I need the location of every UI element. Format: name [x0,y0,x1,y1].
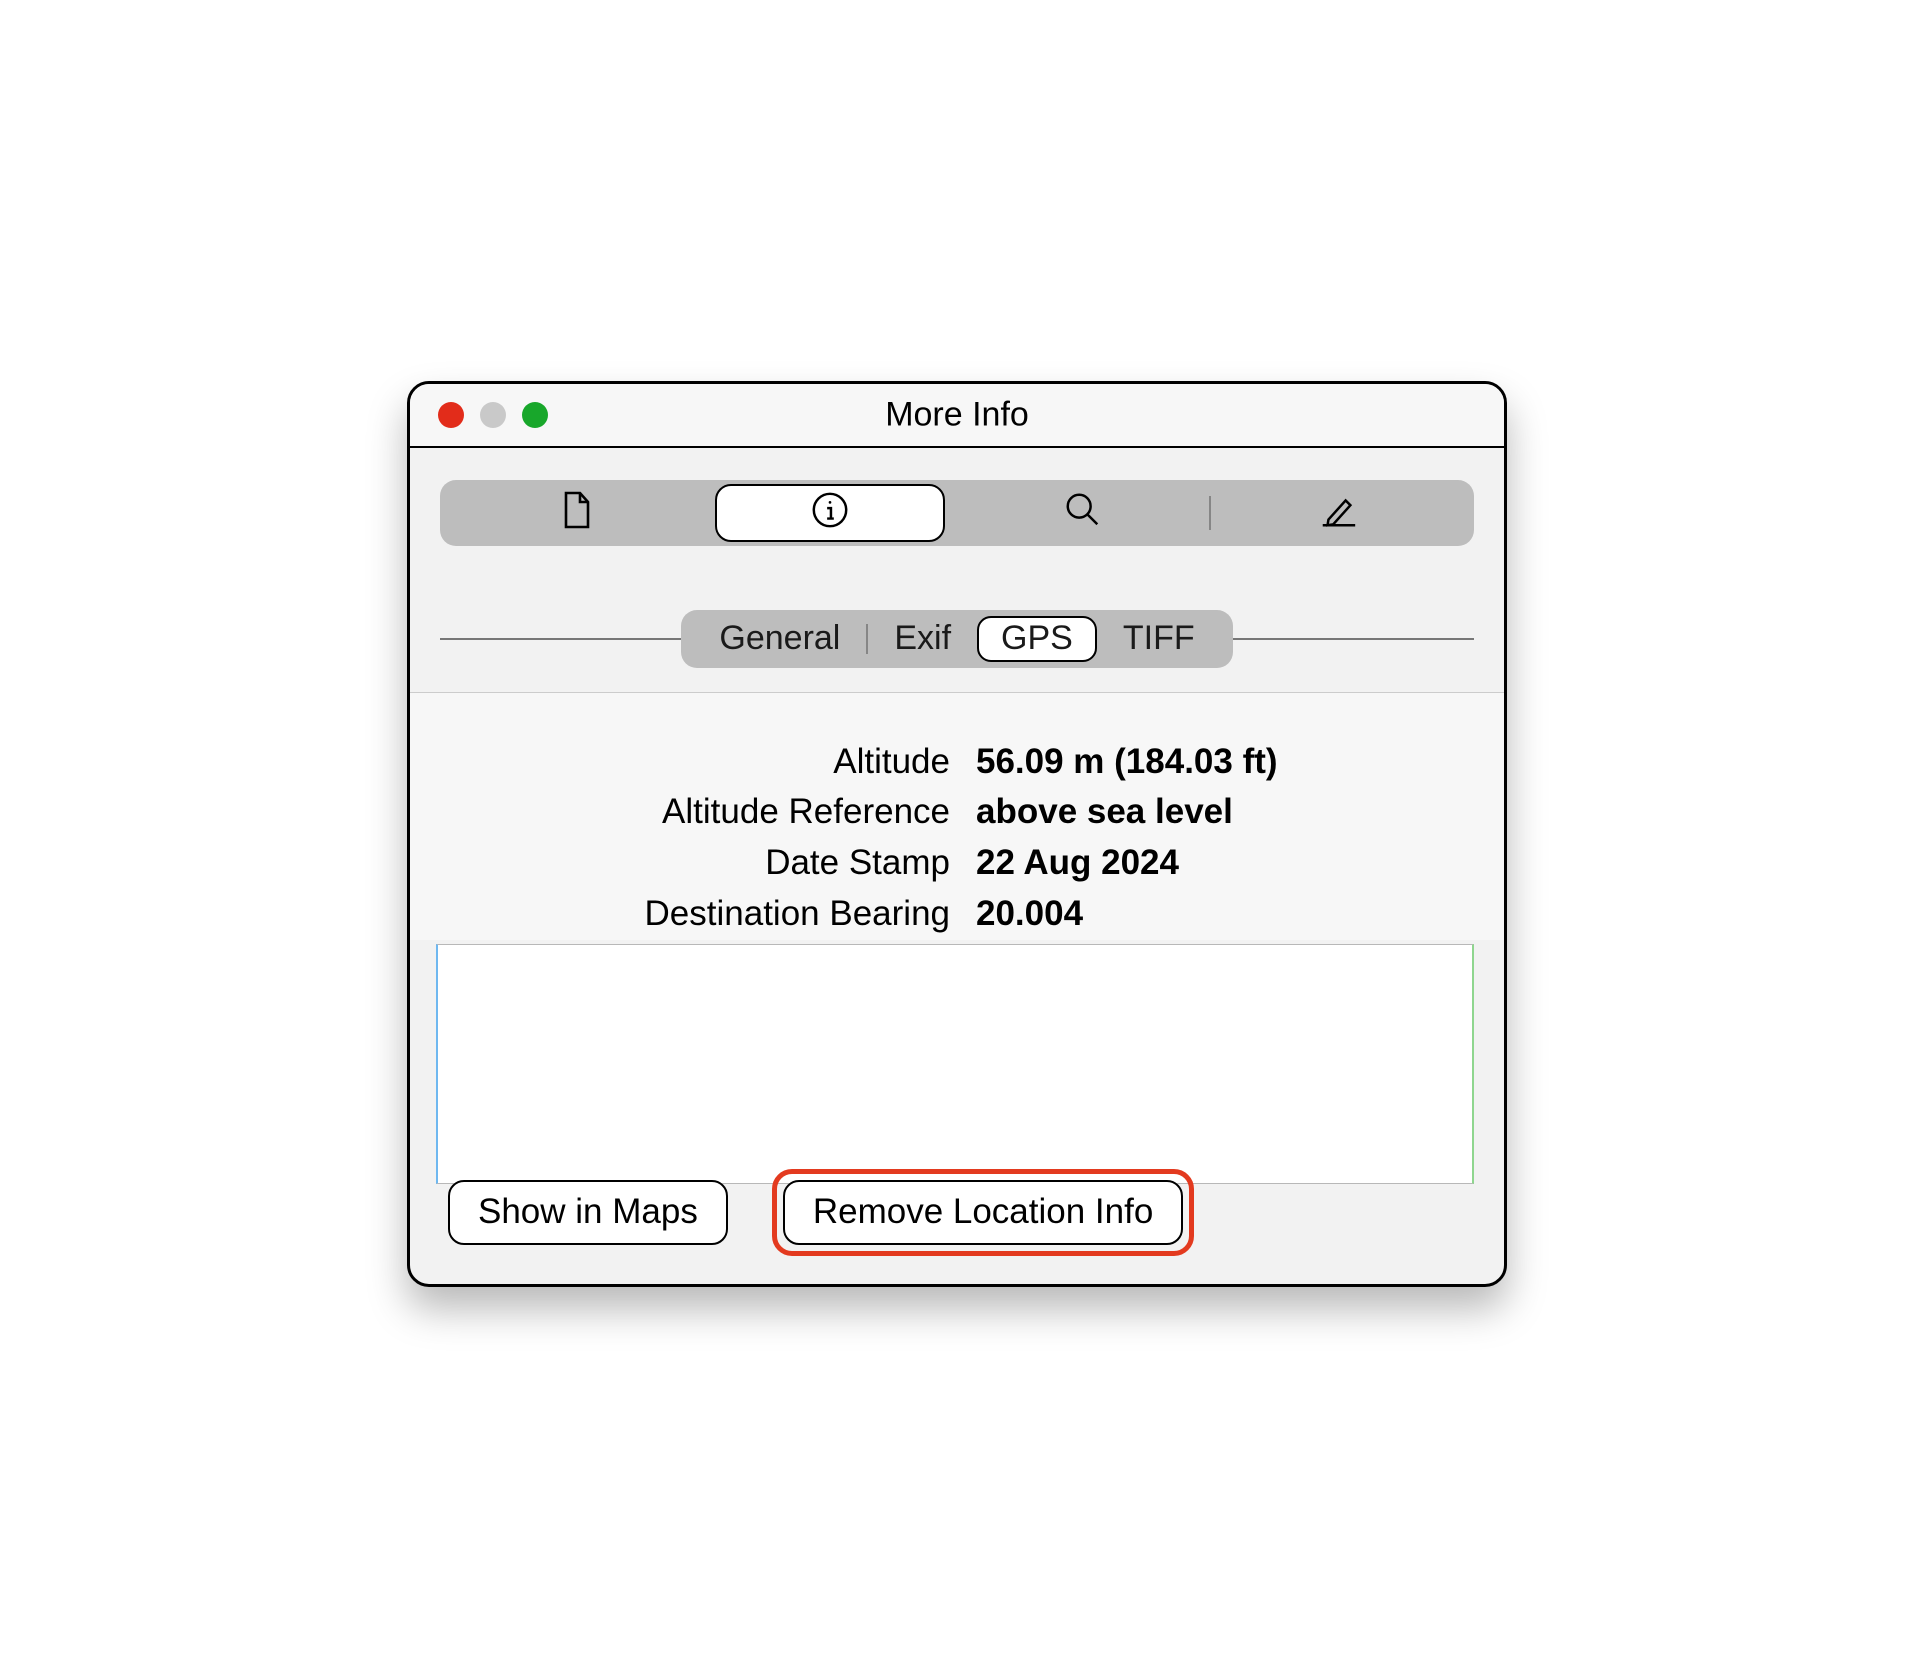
titlebar: More Info [410,384,1504,448]
gps-label: Altitude Reference [450,787,950,838]
gps-value: above sea level [976,787,1464,838]
tutorial-highlight: Remove Location Info [772,1169,1194,1256]
gps-data-panel: Altitude 56.09 m (184.03 ft) Altitude Re… [410,692,1504,940]
metadata-tabs-row: General Exif GPS TIFF [440,610,1474,668]
file-icon [560,490,594,535]
gps-label: Altitude [450,737,950,788]
gps-label: Date Stamp [450,838,950,889]
gps-row-altitude-reference: Altitude Reference above sea level [450,787,1464,838]
mode-info[interactable] [703,480,956,546]
remove-location-info-button[interactable]: Remove Location Info [783,1180,1183,1245]
action-buttons-row: Show in Maps Remove Location Info [448,1169,1194,1256]
tabs-line-left [440,638,681,640]
gps-value: 56.09 m (184.03 ft) [976,737,1464,788]
tab-divider [866,624,868,654]
window-title: More Info [410,395,1504,434]
gps-label: Destination Bearing [450,889,950,940]
tab-exif[interactable]: Exif [878,616,967,662]
search-icon [1063,490,1103,535]
gps-row-destination-bearing: Destination Bearing 20.004 [450,889,1464,940]
more-info-window: More Info [407,381,1507,1287]
mode-edit[interactable] [1211,480,1464,546]
tab-general[interactable]: General [703,616,856,662]
tab-tiff[interactable]: TIFF [1107,616,1211,662]
mode-search[interactable] [956,480,1209,546]
gps-value: 20.004 [976,889,1464,940]
info-icon [810,490,850,535]
mode-file[interactable] [450,480,703,546]
gps-value: 22 Aug 2024 [976,838,1464,889]
show-in-maps-button[interactable]: Show in Maps [448,1180,728,1245]
map-preview[interactable] [436,944,1474,1184]
tab-gps[interactable]: GPS [977,616,1097,662]
pencil-icon [1317,490,1359,535]
inspector-mode-toolbar [440,480,1474,546]
gps-row-altitude: Altitude 56.09 m (184.03 ft) [450,737,1464,788]
inspector-upper-section: General Exif GPS TIFF [410,448,1504,692]
tabs-line-right [1233,638,1474,640]
metadata-tabs: General Exif GPS TIFF [681,610,1232,668]
gps-row-date-stamp: Date Stamp 22 Aug 2024 [450,838,1464,889]
